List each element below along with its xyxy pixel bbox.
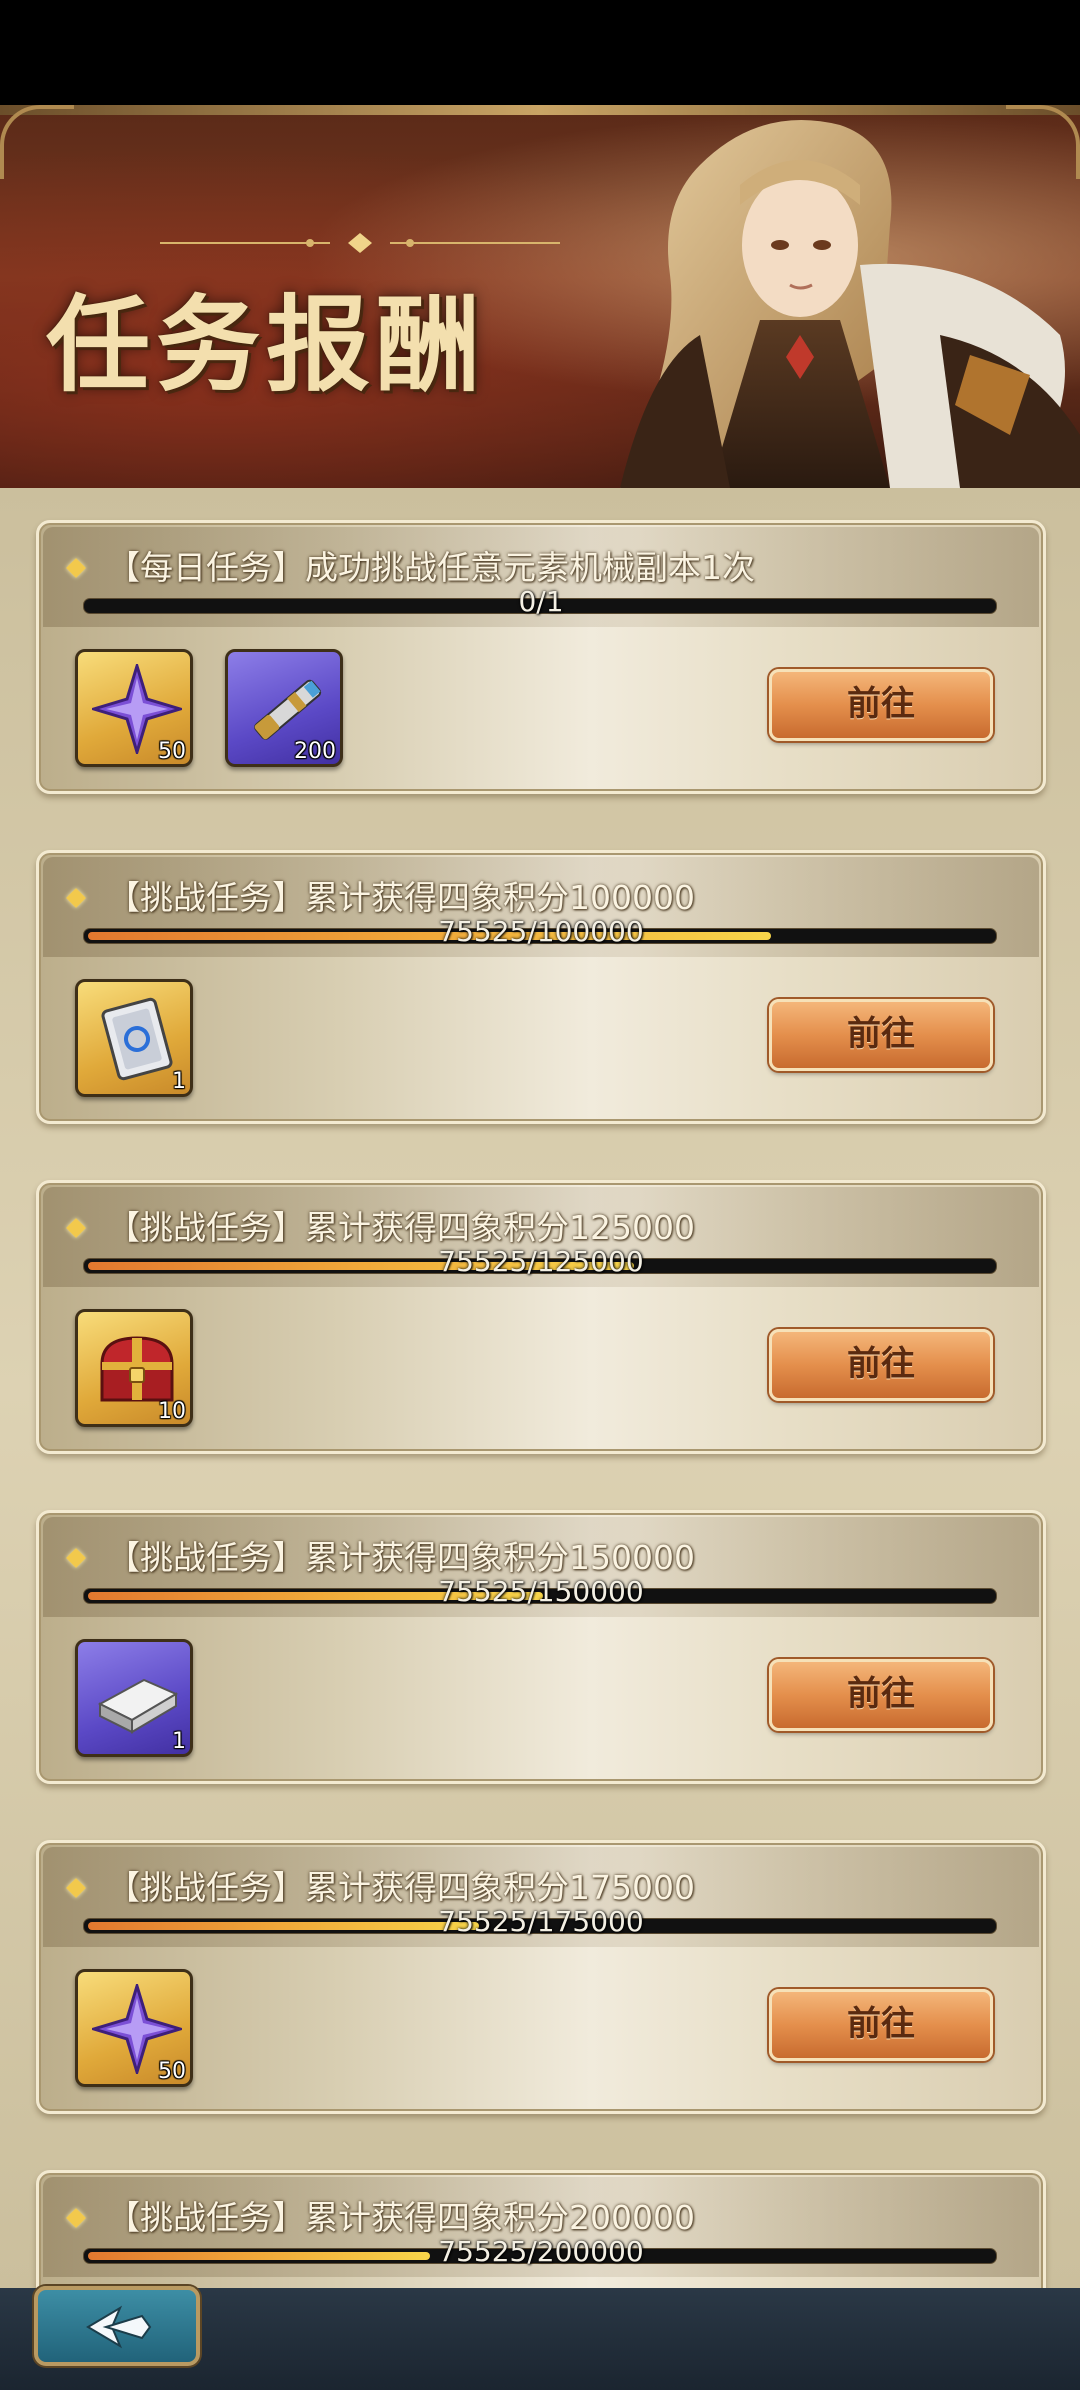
reward-count: 50 [158,739,186,764]
reward-count: 10 [158,1399,186,1424]
progress-text: 75525/200000 [438,2235,644,2268]
task-card: 【挑战任务】累计获得四象积分150000 75525/150000 1 前往 [36,1510,1046,1784]
task-title: 【挑战任务】累计获得四象积分125000 [107,1208,695,1247]
progress-text: 75525/150000 [438,1575,644,1608]
task-title: 【挑战任务】累计获得四象积分100000 [107,878,695,917]
task-title: 【挑战任务】累计获得四象积分150000 [107,1538,695,1577]
progress-text: 75525/100000 [438,915,644,948]
reward-item[interactable]: 1 [75,1639,193,1757]
reward-count: 1 [172,1069,186,1094]
go-button[interactable]: 前往 [769,1659,993,1731]
back-button[interactable] [34,2286,200,2366]
status-bar-area [0,0,1080,105]
task-title: 【挑战任务】累计获得四象积分200000 [107,2198,695,2237]
reward-item[interactable]: 50 [75,649,193,767]
go-button[interactable]: 前往 [769,1329,993,1401]
character-illustration [620,120,1080,488]
progress-text: 0/1 [518,585,564,618]
task-card: 【挑战任务】累计获得四象积分175000 75525/175000 50 前往 [36,1840,1046,2114]
task-title: 【每日任务】成功挑战任意元素机械副本1次 [107,548,755,587]
task-title: 【挑战任务】累计获得四象积分175000 [107,1868,695,1907]
task-card: 【挑战任务】累计获得四象积分125000 75525/125000 10 前往 [36,1180,1046,1454]
progress-text: 75525/175000 [438,1905,644,1938]
go-button[interactable]: 前往 [769,1989,993,2061]
reward-count: 200 [294,739,336,764]
reward-count: 1 [172,1729,186,1754]
task-card: 【每日任务】成功挑战任意元素机械副本1次 0/1 50 200 前往 [36,520,1046,794]
progress-text: 75525/125000 [438,1245,644,1278]
page-title: 任务报酬 [46,283,487,406]
back-arrow-icon [86,2305,152,2349]
card-ticket-icon [101,997,173,1081]
reward-count: 50 [158,2059,186,2084]
go-button[interactable]: 前往 [769,669,993,741]
task-card: 【挑战任务】累计获得四象积分100000 75525/100000 1 前往 [36,850,1046,1124]
banner-corner-ornament [0,105,74,179]
reward-item[interactable]: 10 [75,1309,193,1427]
reward-item[interactable]: 1 [75,979,193,1097]
title-ornament-icon [160,233,560,253]
task-card: 【挑战任务】累计获得四象积分200000 75525/200000 [36,2170,1046,2288]
task-list[interactable]: 【每日任务】成功挑战任意元素机械副本1次 0/1 50 200 前往 【挑战任务… [0,488,1080,2288]
reward-item[interactable]: 200 [225,649,343,767]
silver-ingot-icon [97,1678,179,1734]
event-banner: 任务报酬 [0,105,1080,492]
go-button[interactable]: 前往 [769,999,993,1071]
reward-item[interactable]: 50 [75,1969,193,2087]
